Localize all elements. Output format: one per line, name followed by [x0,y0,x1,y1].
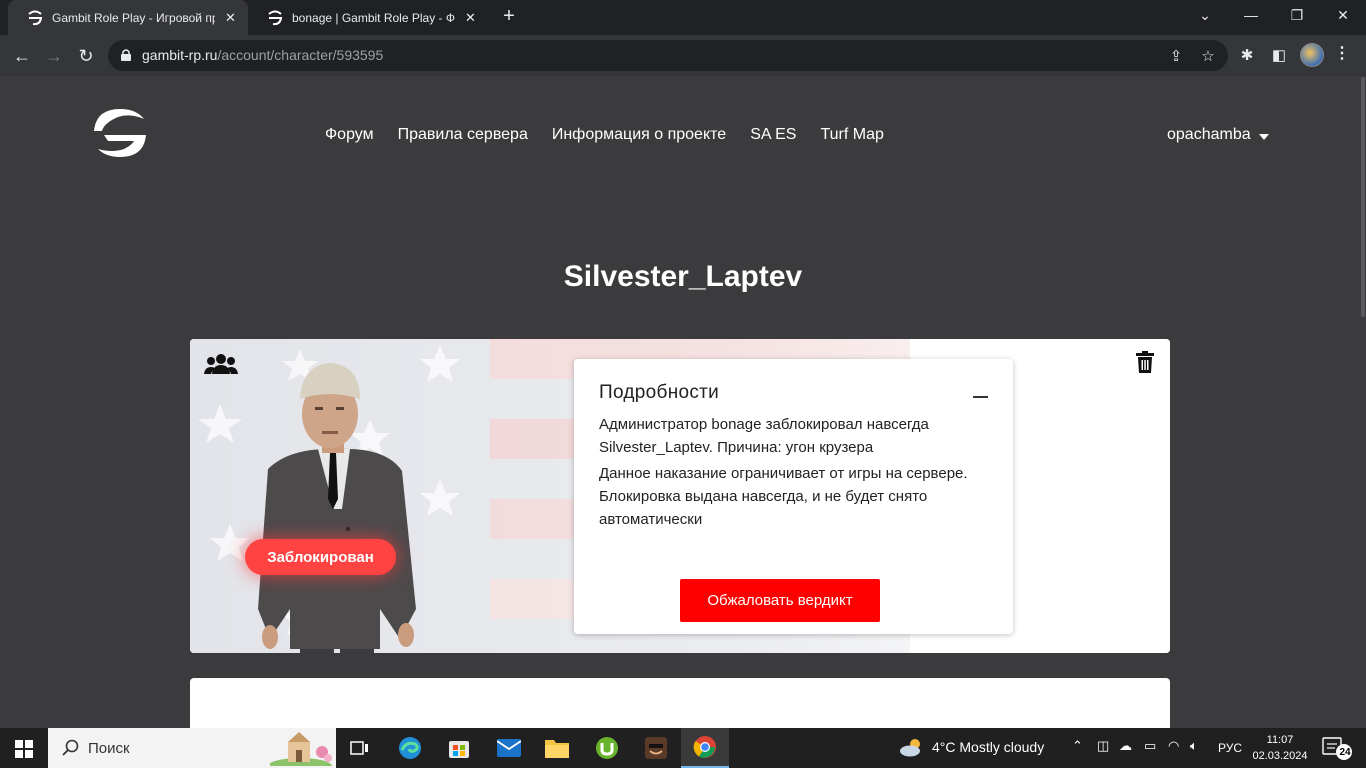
share-icon[interactable]: ⇪ [1166,46,1186,66]
back-arrow-icon[interactable]: ← [9,43,35,69]
windows-taskbar: Поиск 4°C Mostly cloudy ⌃ ◫ ☁ ▭ ◠ 🔈︎ РУС… [0,728,1366,768]
character-card: Заблокирован Подробности Администратор b… [190,339,1170,653]
new-tab-plus-icon[interactable]: + [498,6,520,28]
chrome-icon[interactable] [681,728,729,768]
notification-center-icon[interactable]: 24 [1322,736,1354,765]
meet-now-icon[interactable]: ◫ [1097,738,1109,754]
weather-text: 4°C Mostly cloudy [932,739,1045,755]
gambit-logo[interactable] [90,105,148,159]
browser-toolbar: ← → ↻ gambit-rp.ru/account/character/593… [0,35,1366,76]
mail-icon[interactable] [485,728,533,768]
clock[interactable]: 11:07 02.03.2024 [1252,732,1308,764]
user-menu[interactable]: opachamba [1167,126,1269,144]
search-placeholder: Поиск [88,740,130,757]
bookmark-star-icon[interactable]: ☆ [1198,46,1218,66]
lock-icon [121,49,131,61]
browser-menu-icon[interactable]: ⋮ [1334,43,1350,63]
reload-icon[interactable]: ↻ [73,43,99,69]
search-icon [62,739,79,756]
windows-start-icon[interactable] [15,740,33,758]
restore-icon[interactable]: ❐ [1274,0,1320,30]
page-scrollbar[interactable] [1360,77,1366,728]
trash-icon[interactable] [1136,351,1154,373]
forward-arrow-icon[interactable]: → [41,43,67,69]
ban-description-text: Данное наказание ограничивает от игры на… [599,465,968,528]
status-badge: Заблокирован [245,539,396,575]
clock-date: 02.03.2024 [1252,750,1308,762]
tab-title: bonage | Gambit Role Play - Фор [292,10,455,25]
taskbar-search-box[interactable]: Поиск [48,728,336,768]
nav-server-rules[interactable]: Правила сервера [398,126,528,144]
tab-search-chevron-icon[interactable]: ⌄ [1182,0,1228,30]
notification-count: 24 [1339,747,1351,758]
weather-widget[interactable]: 4°C Mostly cloudy [898,737,1044,757]
url-text: gambit-rp.ru/account/character/593595 [142,47,384,63]
ban-reason-text: Администратор bonage заблокировал навсег… [599,416,929,456]
browser-tab-strip: Gambit Role Play - Игровой про ✕ bonage … [0,0,1366,35]
gambit-favicon-icon [26,9,44,27]
username: opachamba [1167,126,1251,143]
browser-tab[interactable]: bonage | Gambit Role Play - Фор ✕ [248,0,488,35]
task-view-icon[interactable] [336,728,384,768]
nav-project-info[interactable]: Информация о проекте [552,126,726,144]
caret-down-icon [1258,134,1269,140]
wifi-icon[interactable]: ◠ [1168,738,1179,754]
close-window-icon[interactable]: ✕ [1320,0,1366,30]
tab-close-icon[interactable]: ✕ [223,10,238,26]
microsoft-store-icon[interactable] [435,728,483,768]
onedrive-cloud-icon[interactable]: ☁ [1119,738,1132,754]
main-nav: Форум Правила сервера Информация о проек… [325,126,884,144]
partly-cloudy-icon [900,739,920,757]
character-skin-image [258,363,416,653]
utorrent-icon[interactable] [583,728,631,768]
minimize-icon[interactable]: — [1228,0,1274,30]
search-highlight-illustration [270,732,332,766]
collapse-minus-icon[interactable] [973,396,988,398]
language-indicator[interactable]: РУС [1218,741,1242,755]
page-content: Форум Правила сервера Информация о проек… [0,77,1366,728]
page-title: Silvester_Laptev [563,260,803,293]
nav-sa-es[interactable]: SA ES [750,126,796,144]
nav-forum[interactable]: Форум [325,126,374,144]
profile-avatar[interactable] [1300,43,1324,67]
battery-icon[interactable]: ▭ [1144,738,1156,754]
volume-icon[interactable]: 🔈︎ [1190,738,1198,754]
gambit-favicon-icon [266,9,284,27]
side-panel-icon[interactable]: ◧ [1268,44,1290,66]
tab-close-icon[interactable]: ✕ [463,10,478,26]
appeal-verdict-button[interactable]: Обжаловать вердикт [680,579,880,622]
details-title: Подробности [599,382,720,403]
game-app-icon[interactable] [632,728,680,768]
tab-title: Gambit Role Play - Игровой про [52,10,215,25]
nav-turf-map[interactable]: Turf Map [820,126,883,144]
show-hidden-icons-chevron-icon[interactable]: ⌃ [1072,738,1083,754]
secondary-card [190,678,1170,728]
edge-browser-icon[interactable] [386,728,434,768]
details-panel: Подробности Администратор bonage заблоки… [574,359,1013,634]
clock-time: 11:07 [1266,734,1294,746]
browser-tab-active[interactable]: Gambit Role Play - Игровой про ✕ [8,0,248,35]
extensions-puzzle-icon[interactable]: ✱ [1236,44,1258,66]
address-bar[interactable]: gambit-rp.ru/account/character/593595 ⇪ … [108,40,1228,71]
scrollbar-thumb[interactable] [1361,77,1365,317]
file-explorer-icon[interactable] [533,728,581,768]
